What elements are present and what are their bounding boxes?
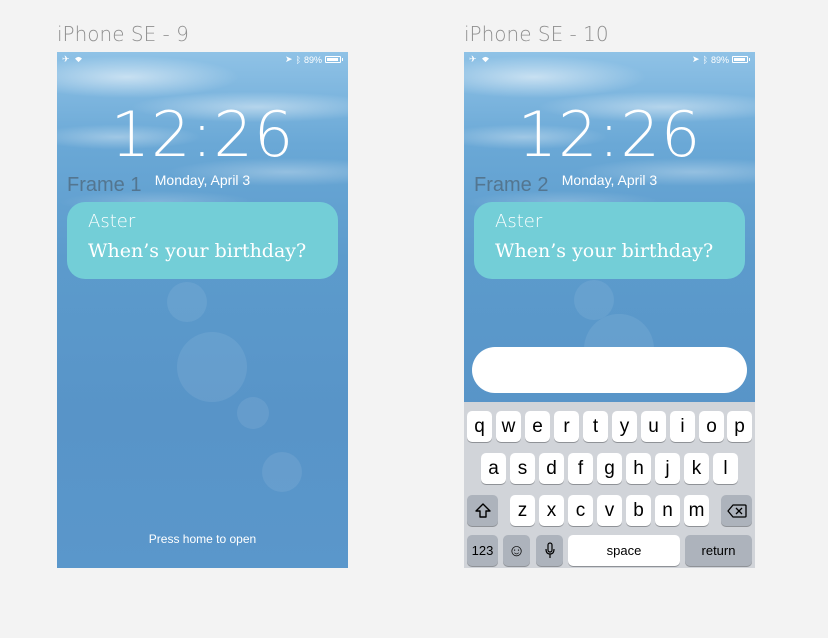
lock-screen-frame-2: ✈ ➤ ᛒ 89% 12:26 Frame 2 Monday, April 3 …: [464, 52, 755, 568]
key-q[interactable]: q: [467, 411, 492, 442]
key-c[interactable]: c: [568, 495, 593, 526]
location-icon: ➤: [692, 54, 700, 64]
key-g[interactable]: g: [597, 453, 622, 484]
lock-screen-frame-1: ✈ ➤ ᛒ 89% 12:26 Frame 1 Monday, April 3 …: [57, 52, 348, 568]
key-e[interactable]: e: [525, 411, 550, 442]
key-x[interactable]: x: [539, 495, 564, 526]
key-k[interactable]: k: [684, 453, 709, 484]
bokeh-light: [237, 397, 269, 429]
dictation-key[interactable]: [536, 535, 563, 566]
backspace-key[interactable]: [721, 495, 752, 526]
message-notification[interactable]: Aster When’s your birthday?: [67, 202, 338, 279]
bokeh-light: [262, 452, 302, 492]
shift-key[interactable]: [467, 495, 498, 526]
frame-title-1: iPhone SE - 9: [57, 22, 189, 46]
battery-icon: [325, 56, 341, 63]
lock-clock: 12:26: [517, 98, 702, 171]
emoji-icon: ☺: [507, 541, 526, 560]
key-p[interactable]: p: [727, 411, 752, 442]
bluetooth-icon: ᛒ: [295, 54, 301, 65]
notification-sender: Aster: [88, 211, 136, 232]
lock-date: Monday, April 3: [154, 172, 251, 188]
numbers-key[interactable]: 123: [467, 535, 498, 566]
key-b[interactable]: b: [626, 495, 651, 526]
notification-message: When’s your birthday?: [88, 240, 307, 262]
bokeh-light: [177, 332, 247, 402]
key-a[interactable]: a: [481, 453, 506, 484]
status-bar: ✈ ➤ ᛒ 89%: [57, 52, 348, 68]
microphone-icon: [544, 542, 555, 558]
reply-input[interactable]: [472, 347, 747, 393]
battery-tip: [342, 58, 343, 61]
key-h[interactable]: h: [626, 453, 651, 484]
lock-date: Monday, April 3: [561, 172, 658, 188]
space-key[interactable]: space: [568, 535, 680, 566]
key-n[interactable]: n: [655, 495, 680, 526]
shift-icon: [474, 503, 491, 518]
location-icon: ➤: [285, 54, 293, 64]
key-t[interactable]: t: [583, 411, 608, 442]
lock-clock: 12:26: [110, 98, 295, 171]
key-d[interactable]: d: [539, 453, 564, 484]
key-f[interactable]: f: [568, 453, 593, 484]
return-key[interactable]: return: [685, 535, 752, 566]
battery-percent: 89%: [303, 54, 322, 65]
key-m[interactable]: m: [684, 495, 709, 526]
battery-tip: [749, 58, 750, 61]
key-o[interactable]: o: [699, 411, 724, 442]
key-l[interactable]: l: [713, 453, 738, 484]
bokeh-light: [574, 280, 614, 320]
key-z[interactable]: z: [510, 495, 535, 526]
key-j[interactable]: j: [655, 453, 680, 484]
key-u[interactable]: u: [641, 411, 666, 442]
key-i[interactable]: i: [670, 411, 695, 442]
keyboard: q w e r t y u i o p a s d f g h j k l z …: [464, 402, 755, 568]
wifi-icon: [74, 56, 82, 63]
key-y[interactable]: y: [612, 411, 637, 442]
wifi-icon: [481, 56, 489, 63]
bokeh-light: [167, 282, 207, 322]
key-v[interactable]: v: [597, 495, 622, 526]
notification-message: When’s your birthday?: [495, 240, 714, 262]
key-r[interactable]: r: [554, 411, 579, 442]
backspace-icon: [726, 504, 747, 518]
message-notification[interactable]: Aster When’s your birthday?: [474, 202, 745, 279]
frame-title-2: iPhone SE - 10: [464, 22, 609, 46]
notification-sender: Aster: [495, 211, 543, 232]
key-w[interactable]: w: [496, 411, 521, 442]
bluetooth-icon: ᛒ: [702, 54, 708, 65]
key-s[interactable]: s: [510, 453, 535, 484]
airplane-icon: ✈: [469, 54, 477, 64]
emoji-key[interactable]: ☺: [503, 535, 530, 566]
battery-icon: [732, 56, 748, 63]
status-bar: ✈ ➤ ᛒ 89%: [464, 52, 755, 68]
airplane-icon: ✈: [62, 54, 70, 64]
press-home-hint: Press home to open: [148, 532, 257, 546]
battery-percent: 89%: [710, 54, 729, 65]
